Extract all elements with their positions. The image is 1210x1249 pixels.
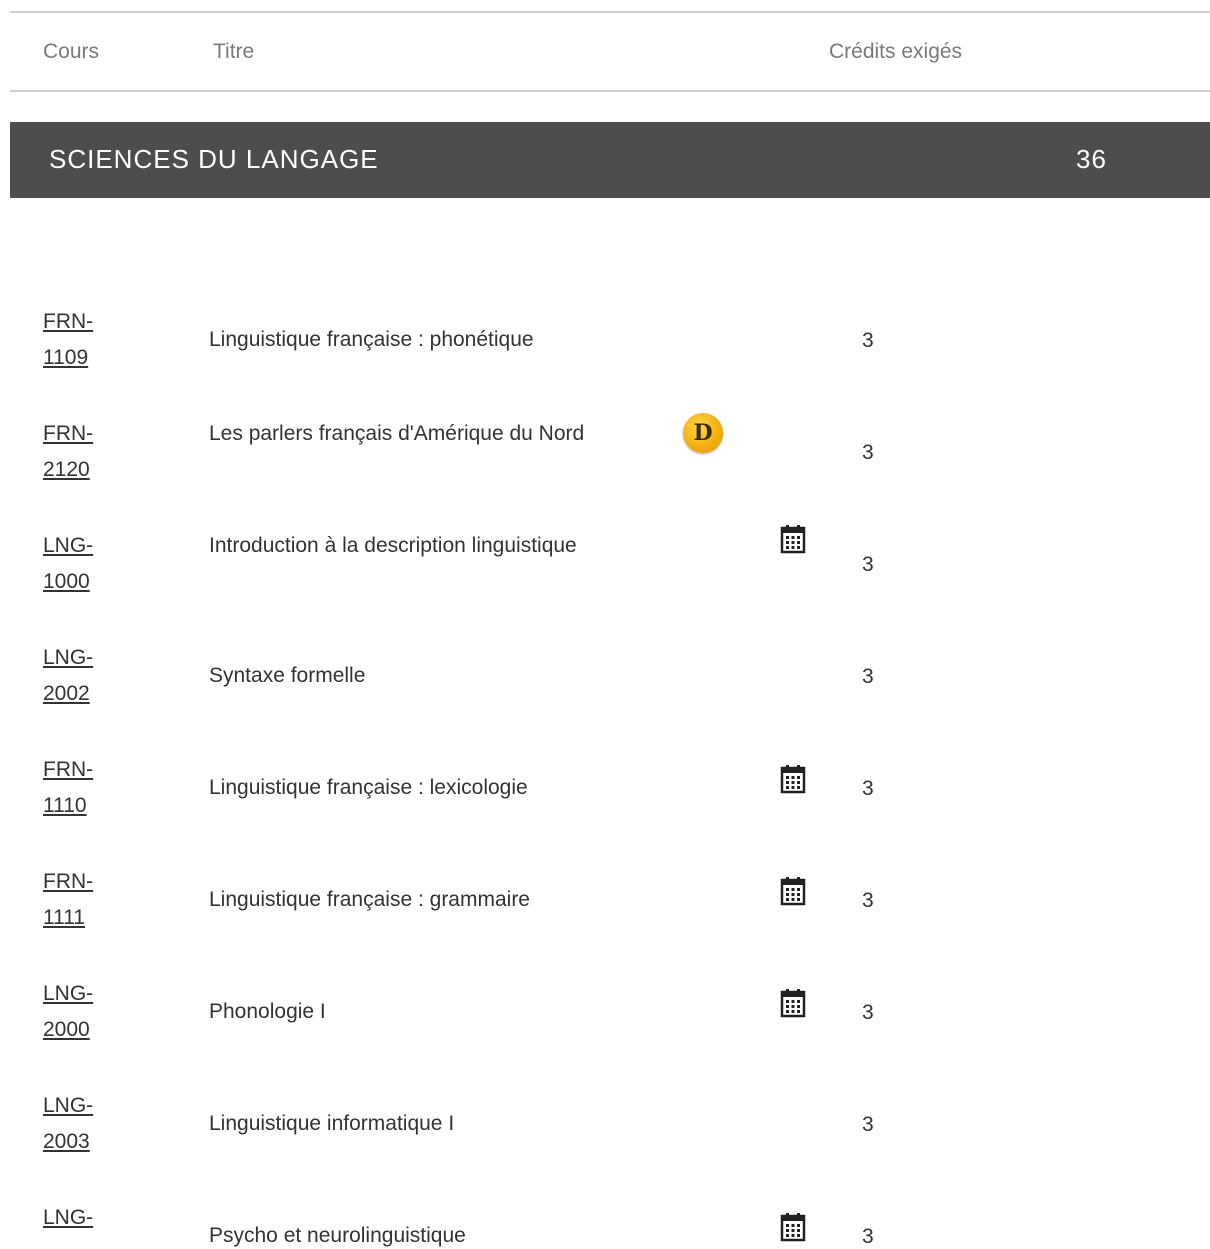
course-credits: 3 (862, 553, 874, 576)
course-row: LNG- Psycho et neurolinguistique 3 (0, 1200, 1210, 1249)
course-row: LNG- 2003 Linguistique informatique I 3 (0, 1088, 1210, 1200)
course-credits: 3 (862, 1001, 874, 1024)
course-credits: 3 (862, 777, 874, 800)
course-code-prefix: LNG- (43, 534, 94, 557)
course-code-number: 2002 (43, 682, 90, 705)
course-code-number: 1111 (43, 906, 86, 929)
course-title: Phonologie I (209, 1000, 326, 1023)
section-title: SCIENCES DU LANGAGE (49, 144, 379, 174)
course-title: Les parlers français d'Amérique du Nord (209, 422, 585, 445)
course-credits: 3 (862, 665, 874, 688)
course-code-prefix: LNG- (43, 1094, 94, 1117)
header-divider (10, 90, 1210, 92)
course-title: Psycho et neurolinguistique (209, 1224, 466, 1247)
course-credits: 3 (862, 1113, 874, 1136)
course-code-link[interactable]: LNG- 2002 (43, 640, 113, 712)
column-header-credits: Crédits exigés (829, 40, 963, 63)
top-divider (10, 11, 1210, 13)
course-credits: 3 (862, 1225, 874, 1248)
course-code-prefix: FRN- (43, 870, 94, 893)
course-credits: 3 (862, 889, 874, 912)
course-title: Linguistique française : lexicologie (209, 776, 528, 799)
course-title: Introduction à la description linguistiq… (209, 534, 577, 557)
course-title: Linguistique informatique I (209, 1112, 455, 1135)
course-code-number: 1109 (43, 346, 89, 369)
course-code-number: 1000 (43, 570, 90, 593)
section-credits: 36 (1076, 144, 1107, 174)
course-row: FRN- 2120 Les parlers français d'Amériqu… (0, 413, 1210, 528)
course-code-link[interactable]: FRN- 1111 (43, 864, 113, 936)
calendar-icon[interactable] (778, 876, 808, 906)
course-row: FRN- 1111 Linguistique française : gramm… (0, 864, 1210, 976)
section-header-bar: SCIENCES DU LANGAGE 36 (10, 122, 1210, 198)
course-code-number: 2003 (43, 1130, 90, 1153)
column-header-cours: Cours (43, 40, 100, 63)
course-row: LNG- 1000 Introduction à la description … (0, 525, 1210, 640)
column-header-titre: Titre (213, 40, 255, 63)
course-title: Syntaxe formelle (209, 664, 366, 687)
calendar-icon[interactable] (778, 764, 808, 794)
calendar-icon[interactable] (778, 1212, 808, 1242)
course-title: Linguistique française : grammaire (209, 888, 530, 911)
course-title: Linguistique française : phonétique (209, 328, 534, 351)
course-code-link[interactable]: FRN- 2120 (43, 416, 113, 488)
course-credits: 3 (862, 329, 874, 352)
course-code-number: 2120 (43, 458, 90, 481)
distance-d-badge-icon[interactable]: D (683, 413, 723, 453)
course-row: LNG- 2002 Syntaxe formelle 3 (0, 640, 1210, 752)
course-code-prefix: LNG- (43, 1206, 94, 1229)
course-code-prefix: FRN- (43, 758, 94, 781)
course-row: LNG- 2000 Phonologie I 3 (0, 976, 1210, 1088)
course-code-prefix: LNG- (43, 982, 94, 1005)
course-code-link[interactable]: LNG- 2003 (43, 1088, 113, 1160)
badge-letter: D (693, 420, 713, 446)
course-code-prefix: LNG- (43, 646, 94, 669)
course-code-number: 2000 (43, 1018, 90, 1041)
course-row: FRN- 1109 Linguistique française : phoné… (0, 304, 1210, 416)
course-code-prefix: FRN- (43, 422, 94, 445)
course-code-prefix: FRN- (43, 310, 94, 333)
course-row: FRN- 1110 Linguistique française : lexic… (0, 752, 1210, 864)
course-code-link[interactable]: LNG- 1000 (43, 528, 113, 600)
course-code-link[interactable]: LNG- 2000 (43, 976, 113, 1048)
calendar-icon[interactable] (778, 524, 808, 554)
course-code-link[interactable]: FRN- 1109 (43, 304, 113, 376)
course-code-link[interactable]: LNG- (43, 1200, 113, 1236)
course-code-link[interactable]: FRN- 1110 (43, 752, 113, 824)
course-credits: 3 (862, 441, 874, 464)
calendar-icon[interactable] (778, 988, 808, 1018)
course-code-number: 1110 (43, 794, 87, 817)
